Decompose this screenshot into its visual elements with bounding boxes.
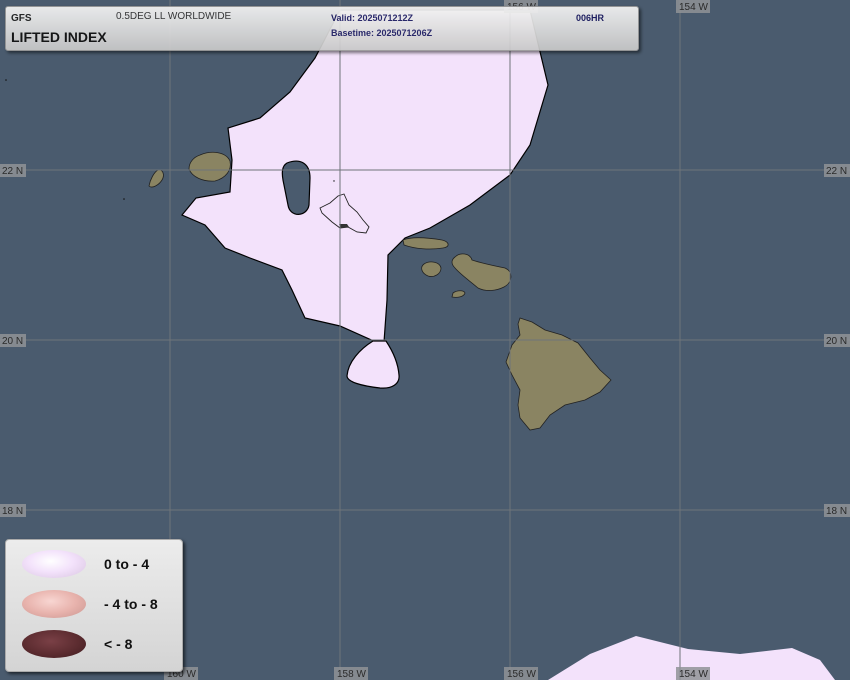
base-time: Basetime: 2025071206Z	[331, 28, 433, 38]
model-name: GFS	[11, 13, 32, 24]
legend-item: < - 8	[6, 622, 182, 662]
grid-description: 0.5DEG LL WORLDWIDE	[116, 11, 232, 22]
lon-label-154w-bottom: 154 W	[679, 669, 708, 680]
lat-label-22n-right: 22 N	[826, 166, 847, 177]
forecast-hour: 006HR	[576, 13, 605, 23]
legend-label: < - 8	[104, 636, 133, 652]
header-panel: GFS 0.5DEG LL WORLDWIDE LIFTED INDEX Val…	[5, 6, 639, 51]
lat-label-18n-left: 18 N	[2, 506, 23, 517]
legend-swatch-0-to-minus4	[22, 550, 86, 578]
legend-swatch-below-minus8	[22, 630, 86, 658]
island-lanai	[421, 261, 442, 277]
legend-panel: 0 to - 4 - 4 to - 8 < - 8	[5, 539, 183, 672]
lat-label-18n-right: 18 N	[826, 506, 847, 517]
small-island-marker	[5, 79, 7, 81]
legend-item: 0 to - 4	[6, 542, 182, 582]
lat-label-20n-right: 20 N	[826, 336, 847, 347]
legend-swatch-minus4-to-minus8	[22, 590, 86, 618]
lon-label-158w-bottom: 158 W	[337, 669, 366, 680]
lat-label-22n-left: 22 N	[2, 166, 23, 177]
small-island-marker	[333, 180, 335, 182]
lon-label-156w-bottom: 156 W	[507, 669, 536, 680]
lat-label-20n-left: 20 N	[2, 336, 23, 347]
small-island-marker	[123, 198, 125, 200]
lon-label-154w-top: 154 W	[679, 2, 708, 13]
product-title: LIFTED INDEX	[11, 29, 107, 45]
valid-time: Valid: 2025071212Z	[331, 13, 414, 23]
legend-item: - 4 to - 8	[6, 582, 182, 622]
legend-label: - 4 to - 8	[104, 596, 158, 612]
legend-label: 0 to - 4	[104, 556, 150, 572]
